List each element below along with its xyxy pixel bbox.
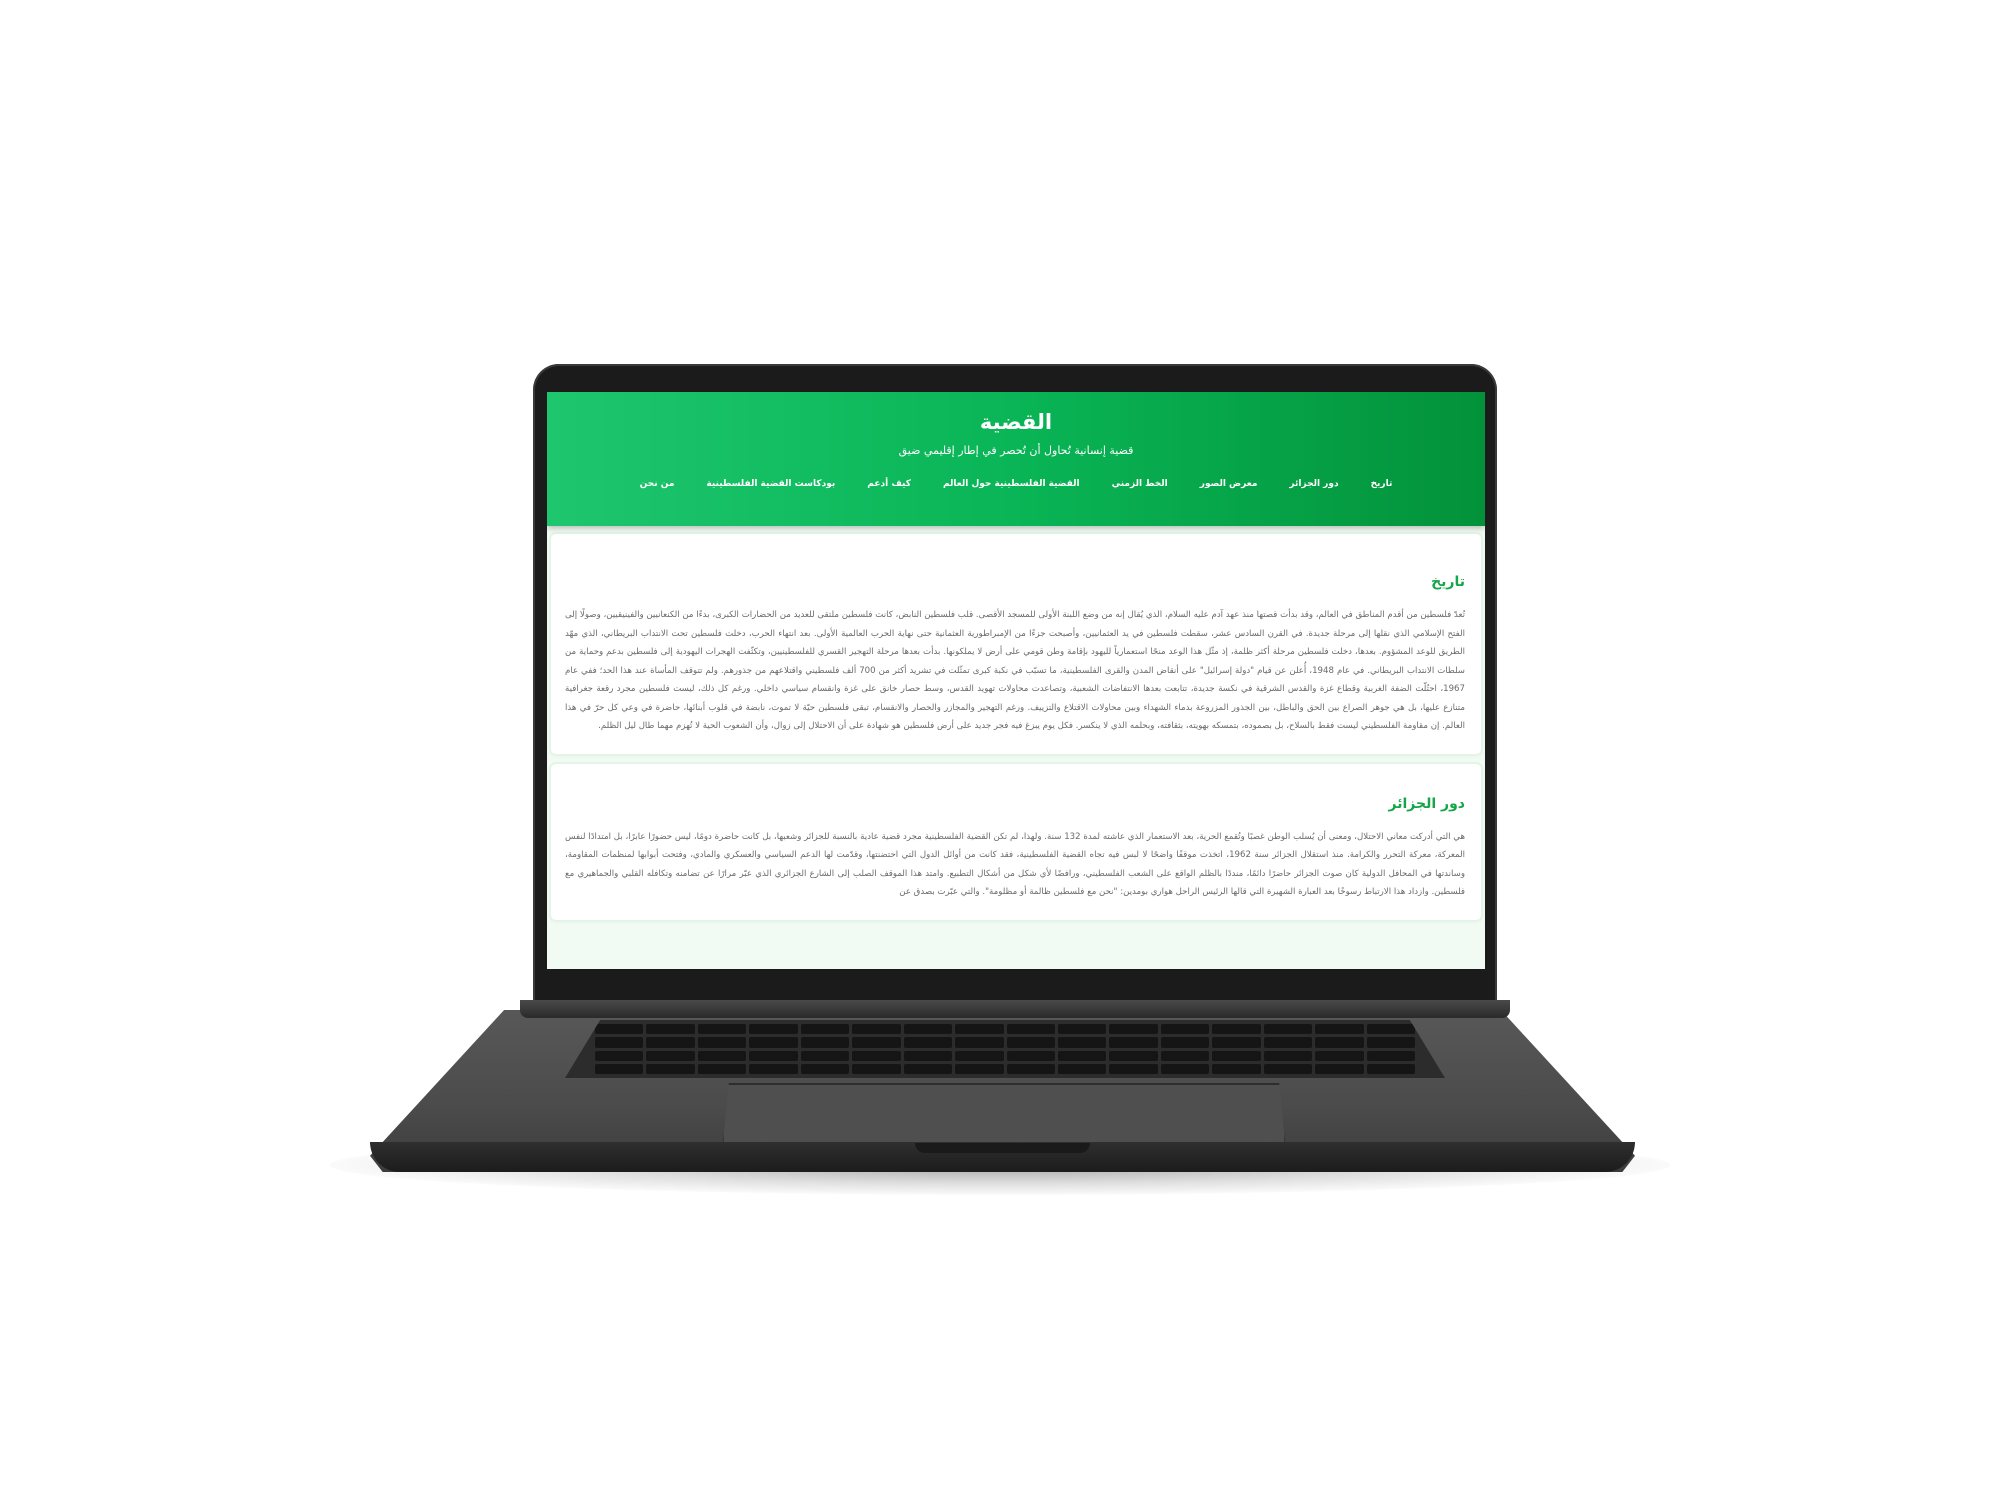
section-algeria-role: دور الجزائر هي التي أدركت معاني الاحتلال… — [551, 763, 1481, 920]
nav-link-around-world[interactable]: القضية الفلسطينية حول العالم — [943, 479, 1080, 489]
nav-link-gallery[interactable]: معرض الصور — [1200, 479, 1258, 489]
site-header: القضية قضية إنسانية تُحاول أن تُحصر في إ… — [547, 392, 1485, 526]
main-nav: تاريخ دور الجزائر معرض الصور الخط الزمني… — [547, 479, 1485, 489]
section-body: هي التي أدركت معاني الاحتلال، ومعنى أن ي… — [565, 831, 1465, 898]
nav-link-algeria-role[interactable]: دور الجزائر — [1289, 479, 1338, 489]
nav-link-history[interactable]: تاريخ — [1371, 479, 1393, 489]
section-history: تاريخ تُعدّ فلسطين من أقدم المناطق في ال… — [551, 534, 1481, 754]
section-title: دور الجزائر — [1388, 795, 1465, 812]
main-content: تاريخ تُعدّ فلسطين من أقدم المناطق في ال… — [547, 526, 1485, 969]
nav-link-about[interactable]: من نحن — [640, 479, 675, 489]
site-title: القضية — [979, 410, 1053, 434]
laptop-front-notch — [915, 1143, 1090, 1153]
section-title: تاريخ — [1431, 574, 1465, 590]
browser-viewport: القضية قضية إنسانية تُحاول أن تُحصر في إ… — [547, 392, 1485, 969]
section-body: تُعدّ فلسطين من أقدم المناطق في العالم، … — [565, 610, 1465, 731]
laptop-keyboard — [565, 1020, 1445, 1078]
laptop-hinge — [520, 1000, 1510, 1018]
site-subtitle: قضية إنسانية تُحاول أن تُحصر في إطار إقل… — [898, 444, 1134, 457]
nav-link-how-to-support[interactable]: كيف أدعم — [867, 479, 911, 489]
nav-link-podcast[interactable]: بودكاست القضية الفلسطينية — [706, 479, 835, 489]
nav-link-timeline[interactable]: الخط الزمني — [1112, 479, 1168, 489]
